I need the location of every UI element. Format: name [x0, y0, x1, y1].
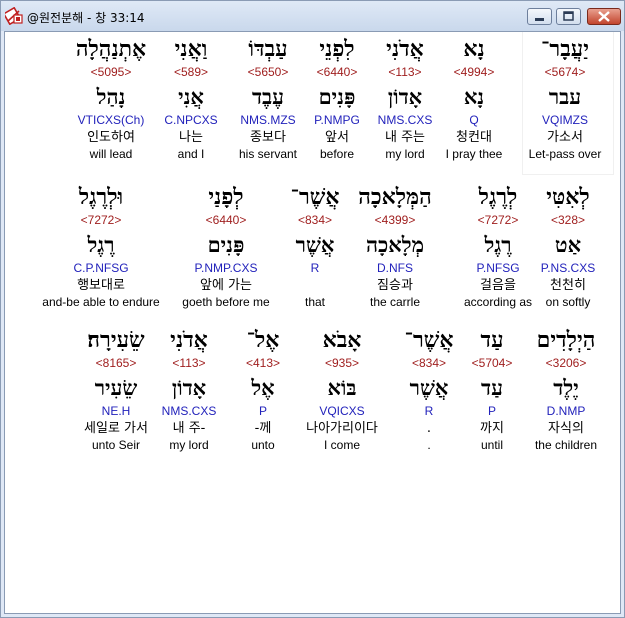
lemma-word: פָּנִים [207, 232, 245, 257]
korean-gloss: 세일로 가서 [84, 421, 148, 436]
hebrew-word: שֵׂעִירָה׃ [87, 327, 145, 353]
maximize-icon [563, 11, 574, 21]
maximize-button[interactable] [556, 8, 581, 25]
parsing-code: NE.H [101, 404, 131, 418]
korean-gloss: 앞에 가는 [200, 278, 252, 293]
title-bar[interactable]: @원전분해 - 창 33:14 [1, 1, 624, 31]
korean-gloss: 인도하여 [87, 130, 135, 145]
strong-number: <7272> [80, 213, 122, 227]
lemma-word: נָהַל [96, 84, 126, 109]
window-title: @원전분해 - 창 33:14 [27, 11, 145, 25]
app-window: @원전분해 - 창 33:14 יַעֲבָר־ <5674> עבר VQIMZS 가… [0, 0, 625, 618]
word-column[interactable]: אֶתְנַהֲלָה <5095> נָהַל VTICXS(Ch) 인도하여 will… [46, 34, 176, 162]
minimize-icon [535, 18, 544, 21]
parsing-code: C.P.NFSG [73, 261, 129, 275]
parsing-code: P.NMP.CXS [194, 261, 258, 275]
lemma-word: רֶגֶל [87, 232, 115, 257]
word-column[interactable]: וּלְרֶגֶל <7272> רֶגֶל C.P.NFSG 행보대로 and-be a… [36, 182, 166, 310]
hebrew-word: וּלְרֶגֶל [78, 184, 124, 210]
strong-number: <8165> [95, 356, 137, 370]
word-column[interactable]: שֵׂעִירָה׃ <8165> שֵׂעִיר NE.H 세일로 가서 unto Se… [51, 325, 181, 453]
english-gloss: will lead [89, 147, 133, 161]
korean-gloss: 행보대로 [77, 278, 125, 293]
hebrew-word: לְפָנַי [208, 184, 244, 210]
english-gloss: goeth before me [182, 295, 270, 309]
interlinear-pane[interactable]: יַעֲבָר־ <5674> עבר VQIMZS 가소서 Let-pass over נ… [4, 31, 621, 614]
app-logo-icon [5, 7, 23, 25]
close-icon [598, 11, 610, 22]
parsing-code: VTICXS(Ch) [77, 113, 145, 127]
hebrew-word: אֶתְנַהֲלָה [75, 36, 147, 62]
strong-number: <5095> [90, 65, 132, 79]
minimize-button[interactable] [527, 8, 552, 25]
lemma-word: שֵׂעִיר [94, 375, 138, 400]
english-gloss: unto Seir [91, 438, 141, 452]
word-column[interactable]: לְפָנַי <6440> פָּנִים P.NMP.CXS 앞에 가는 goeth … [161, 182, 291, 310]
close-button[interactable] [587, 8, 621, 25]
english-gloss: and-be able to endure [42, 295, 160, 309]
strong-number: <6440> [205, 213, 247, 227]
